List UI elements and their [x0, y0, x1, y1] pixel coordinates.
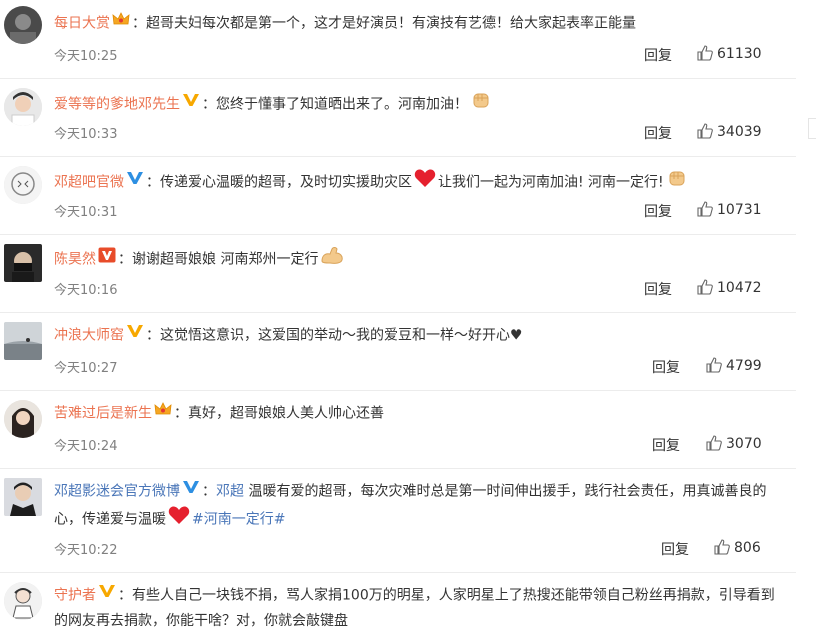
thumbs-up-icon: [697, 123, 713, 139]
comment-time: 今天10:25: [54, 49, 118, 64]
heart-icon: [414, 168, 436, 197]
comment-item: 守护者 ：有些人自己一块钱不捐，骂人家捐100万的明星，人家明星上了热搜还能带领自…: [0, 572, 796, 642]
comment-item: 冲浪大师窑 ：这觉悟这意识，这爱国的举动～我的爱豆和一样～好开心♥ 今天10:27…: [0, 312, 796, 391]
comment-item: 每日大赏 ：超哥夫妇每次都是第一个，这才是好演员！有演技有艺德！给大家起表率正能量…: [0, 0, 796, 79]
comment-body: 冲浪大师窑 ：这觉悟这意识，这爱国的举动～我的爱豆和一样～好开心♥: [54, 323, 776, 349]
thumbs-up-icon: [706, 357, 722, 373]
like-count: 10472: [717, 280, 762, 296]
thumbs-up-icon: [714, 539, 730, 555]
v-badge-icon: [182, 92, 200, 117]
like-button[interactable]: 806: [714, 539, 761, 556]
comment-time: 今天10:31: [54, 205, 118, 220]
like-button[interactable]: 10472: [697, 279, 762, 296]
comment-text: 真好，超哥娘娘人美人帅心还善: [188, 405, 384, 422]
like-button[interactable]: 4799: [706, 357, 762, 374]
comment-time: 今天10:24: [54, 439, 118, 454]
avatar[interactable]: [4, 322, 42, 360]
like-count: 61130: [717, 46, 762, 62]
fist-icon: [666, 167, 688, 198]
crown-badge-icon: [112, 11, 130, 36]
comment-text: 有些人自己一块钱不捐，骂人家捐100万的明星，人家明星上了热搜还能带领自己粉丝再…: [54, 587, 775, 629]
comment-body: 爱等等的爹地邓先生 ：您终于懂事了知道晒出来了。河南加油！: [54, 89, 776, 120]
avatar[interactable]: [4, 478, 42, 516]
comment-text: 您终于懂事了知道晒出来了。河南加油！: [216, 96, 468, 113]
thumbs-up-icon: [697, 279, 713, 295]
like-button[interactable]: 10731: [697, 201, 762, 218]
side-panel-edge: [796, 0, 816, 642]
comment-item: 邓超影迷会官方微博 ：邓超 温暖有爱的超哥，每次灾难时总是第一时间伸出援手，践行社…: [0, 468, 796, 573]
like-button[interactable]: 3070: [706, 435, 762, 452]
mention-link[interactable]: 邓超: [216, 484, 244, 500]
comment-item: 爱等等的爹地邓先生 ：您终于懂事了知道晒出来了。河南加油！ 今天10:33 回复 …: [0, 78, 796, 157]
v-badge-icon: [126, 170, 144, 195]
reply-button[interactable]: 回复: [644, 123, 672, 143]
reply-button[interactable]: 回复: [652, 435, 680, 455]
avatar[interactable]: [4, 88, 42, 126]
username-link[interactable]: 爱等等的爹地邓先生: [54, 97, 180, 113]
username-link[interactable]: 冲浪大师窑: [54, 328, 124, 344]
comment-time: 今天10:22: [54, 543, 118, 558]
comment-text: 让我们一起为河南加油! 河南一定行!: [438, 174, 664, 191]
reply-button[interactable]: 回复: [652, 357, 680, 377]
thumbs-up-icon: [706, 435, 722, 451]
avatar[interactable]: [4, 400, 42, 438]
comment-body: 每日大赏 ：超哥夫妇每次都是第一个，这才是好演员！有演技有艺德！给大家起表率正能量: [54, 11, 776, 37]
username-link[interactable]: 邓超吧官微: [54, 175, 124, 191]
comment-list: 每日大赏 ：超哥夫妇每次都是第一个，这才是好演员！有演技有艺德！给大家起表率正能量…: [0, 0, 796, 642]
avatar[interactable]: [4, 6, 42, 44]
comment-body: 守护者 ：有些人自己一块钱不捐，骂人家捐100万的明星，人家明星上了热搜还能带领自…: [54, 583, 776, 634]
avatar[interactable]: [4, 244, 42, 282]
comment-item: 苦难过后是新生 ：真好，超哥娘娘人美人帅心还善 今天10:24 回复 3070: [0, 390, 796, 469]
comment-time: 今天10:33: [54, 127, 118, 142]
comment-item: 邓超吧官微 ：传递爱心温暖的超哥，及时切实援助灾区 让我们一起为河南加油! 河南一定…: [0, 156, 796, 235]
reply-button[interactable]: 回复: [644, 201, 672, 221]
like-count: 10731: [717, 202, 762, 218]
thumbs-up-icon: [697, 201, 713, 217]
avatar[interactable]: [4, 166, 42, 204]
muscle-icon: [320, 245, 344, 274]
username-link[interactable]: 陈昊然: [54, 252, 96, 268]
like-count: 3070: [726, 436, 762, 452]
v-badge-icon: [98, 583, 116, 608]
crown-badge-icon: [154, 401, 172, 426]
comment-time: 今天10:16: [54, 283, 118, 298]
username-link[interactable]: 邓超影迷会官方微博: [54, 484, 180, 500]
fist-icon: [470, 89, 492, 120]
comment-text: 这觉悟这意识，这爱国的举动～我的爱豆和一样～好开心♥: [160, 327, 523, 344]
comment-text: 超哥夫妇每次都是第一个，这才是好演员！有演技有艺德！给大家起表率正能量: [146, 15, 636, 32]
like-button[interactable]: 34039: [697, 123, 762, 140]
username-link[interactable]: 苦难过后是新生: [54, 406, 152, 422]
comment-item: 陈昊然 ：谢谢超哥娘娘 河南郑州一定行 今天10:16 回复 10472: [0, 234, 796, 313]
like-count: 806: [734, 540, 761, 556]
like-count: 34039: [717, 124, 762, 140]
topic-link[interactable]: #河南一定行#: [192, 511, 285, 527]
reply-button[interactable]: 回复: [644, 279, 672, 299]
reply-button[interactable]: 回复: [644, 45, 672, 65]
heart-icon: [168, 505, 190, 534]
comment-text: 传递爱心温暖的超哥，及时切实援助灾区: [160, 174, 412, 191]
like-count: 4799: [726, 358, 762, 374]
comment-body: 邓超吧官微 ：传递爱心温暖的超哥，及时切实援助灾区 让我们一起为河南加油! 河南一定…: [54, 167, 776, 198]
reply-button[interactable]: 回复: [661, 539, 689, 559]
avatar[interactable]: [4, 582, 42, 620]
username-link[interactable]: 每日大赏: [54, 16, 110, 32]
comment-time: 今天10:27: [54, 361, 118, 376]
comment-body: 邓超影迷会官方微博 ：邓超 温暖有爱的超哥，每次灾难时总是第一时间伸出援手，践行社…: [54, 479, 776, 534]
comment-body: 苦难过后是新生 ：真好，超哥娘娘人美人帅心还善: [54, 401, 776, 427]
comment-body: 陈昊然 ：谢谢超哥娘娘 河南郑州一定行: [54, 245, 776, 274]
thumbs-up-icon: [697, 45, 713, 61]
v-badge-icon: [126, 323, 144, 348]
v-badge-icon: [182, 479, 200, 504]
like-button[interactable]: 61130: [697, 45, 762, 62]
v-badge-icon: [98, 247, 116, 272]
username-link[interactable]: 守护者: [54, 588, 96, 604]
comment-text: 谢谢超哥娘娘 河南郑州一定行: [132, 251, 319, 268]
